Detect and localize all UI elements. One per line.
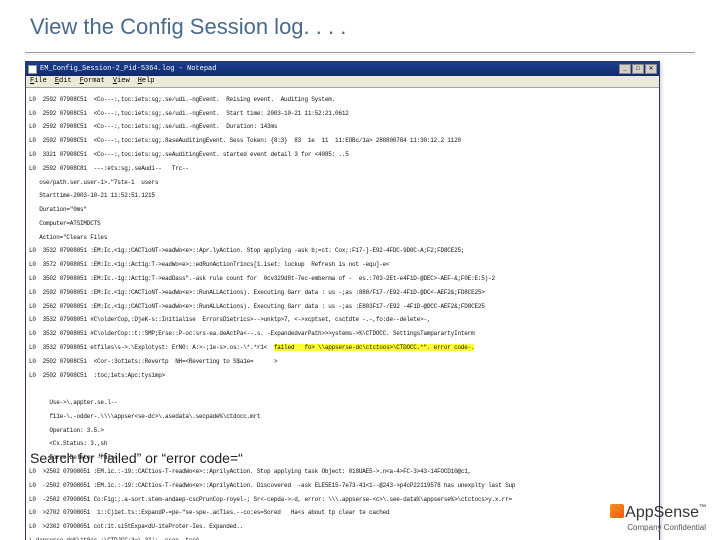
log-line: L0 >2502 07908051 :EM.ic.:-19::CACtios-T… <box>29 469 656 476</box>
window-titlebar[interactable]: EM_Config_Session-2_Pid-5364.log - Notep… <box>26 62 659 76</box>
slide-title: View the Config Session log. . . . <box>0 14 720 48</box>
log-line: L0 3532 07908051 :EM:Ic.<1g::CACTioNT->e… <box>29 248 656 255</box>
log-line: f11e-\.-odder-.\\\\appser<se-dc>\.asedat… <box>29 414 656 421</box>
appsense-logo: AppSense™ <box>610 504 706 522</box>
log-line: L0 2592 07908C51 <Co---:,toc:iets:sg;.se… <box>29 111 656 118</box>
log-line: L0 2502 07908C51 :toc;1ets:Apc:tys1mp> <box>29 373 656 380</box>
close-button[interactable]: ✕ <box>645 64 657 74</box>
log-line: L0 >2302 07908051 cot:1t.si5tExpa<dU-ite… <box>29 524 656 531</box>
log-line: ose/path.ser.user-1>."7ste-1 users <box>29 180 656 187</box>
log-line: Action="Clears Files <box>29 235 656 242</box>
menu-view[interactable]: View <box>113 77 130 85</box>
log-line: Operation: 3.5.> <box>29 428 656 435</box>
log-line: L0 -2502 07908051 :EM.ic.:-19::CACtios-T… <box>29 483 656 490</box>
log-line: L0 >2702 07908051 1::C)1et.ts::ExpandP-=… <box>29 510 656 517</box>
log-line: <Cx.Status: 3.,sh <box>29 441 656 448</box>
log-line: L0 2562 07908051 :EM:Ic.<1g::CACTioNT->e… <box>29 304 656 311</box>
log-content[interactable]: L0 2592 07908C51 <Co---:,toc:iets:sg;.se… <box>26 88 659 540</box>
log-line: Duration="0ms" <box>29 207 656 214</box>
log-line: L0 2592 07908C51 <Co---:,toc:iets:sg;.8a… <box>29 138 656 145</box>
minimize-button[interactable]: _ <box>619 64 631 74</box>
menu-help[interactable]: Help <box>138 77 155 85</box>
menu-file[interactable]: File <box>30 77 47 85</box>
window-title: EM_Config_Session-2_Pid-5364.log - Notep… <box>40 65 216 73</box>
log-line: L0 2502 07908C51 <Cor-:3ot1ets::Revertp … <box>29 359 656 366</box>
menu-edit[interactable]: Edit <box>55 77 72 85</box>
confidential-label: Company Confidential <box>610 523 706 532</box>
log-line: Computer=ATSIMDCTS <box>29 221 656 228</box>
notepad-window: EM_Config_Session-2_Pid-5364.log - Notep… <box>25 61 660 540</box>
log-line: L0 3572 07908051 :EM:Ic.<1g::Act1g:T->ea… <box>29 262 656 269</box>
maximize-button[interactable]: □ <box>632 64 644 74</box>
log-line: L0 2592 07908051 :EM:Ic.<1g::CACTioNT->e… <box>29 290 656 297</box>
highlight-failed: fa1led fo> \\appserse-dc\ctctoos>\CTDOCC… <box>274 344 475 351</box>
log-line: Starttime-2003-10-21 11:52:51.1215 <box>29 193 656 200</box>
logo-square-icon <box>610 504 624 518</box>
log-line: L0 3321 07908C51 <Co---:,toc:iets:sg;.se… <box>29 152 656 159</box>
app-icon <box>28 65 37 74</box>
log-line <box>29 386 656 393</box>
log-line: L0 3502 07908051 :EM:Ic.-1g::Act1g:T->ea… <box>29 276 656 283</box>
menu-bar: File Edit Format View Help <box>26 76 659 88</box>
log-line: L0 3532 07908051 etfiles\s->.\Explotyst:… <box>29 345 656 352</box>
log-line: L0 2592 07908C51 <Co---:,toc:iets:sg;.se… <box>29 124 656 131</box>
title-underline <box>25 52 695 53</box>
log-line: L0 -2502 07908051 Co:Fig:;.a-sort.stem-a… <box>29 497 656 504</box>
search-instruction: Search for “failed” or “error code=“ <box>30 450 243 466</box>
log-line: L0 3532 07908051 #C\olderCop::t::SMP;Ers… <box>29 331 656 338</box>
log-line: Use->\.appter.se.l-- <box>29 400 656 407</box>
log-line: L0 3532 07908051 #C\olderCop,:DjeK-s::In… <box>29 317 656 324</box>
log-line: L0 2592 07908C81 ---:ets:sg;.seAudi-- Tr… <box>29 166 656 173</box>
log-line: L0 2592 07908C51 <Co---:,toc:iets:sg;.se… <box>29 97 656 104</box>
menu-format[interactable]: Format <box>80 77 105 85</box>
